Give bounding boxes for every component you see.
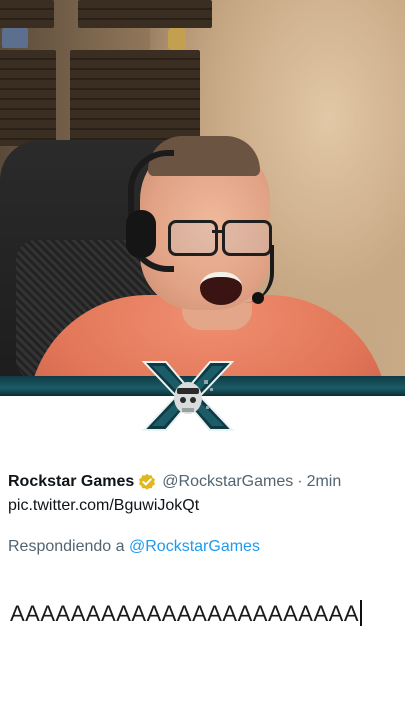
webcam-video [0,0,405,392]
shelf-object [168,28,186,50]
tweet-author-name[interactable]: Rockstar Games [8,473,134,491]
gold-verified-badge-icon [138,473,156,491]
reply-handle-link[interactable]: @RockstarGames [129,538,260,555]
shelf-object [2,28,28,48]
person-mouth [200,272,242,305]
tweet-body-text: AAAAAAAAAAAAAAAAAAAAAAA [10,601,359,626]
acoustic-panel [0,0,54,28]
headset-mic [252,292,264,304]
tweet-author-handle[interactable]: @RockstarGames [162,473,293,491]
text-cursor [360,600,362,626]
acoustic-panel [78,0,212,28]
tweet-compose-text[interactable]: AAAAAAAAAAAAAAAAAAAAAAA [10,600,362,627]
acoustic-panel [0,50,56,146]
reply-context: Respondiendo a @RockstarGames [8,538,260,556]
acoustic-panel [70,50,200,146]
reply-prefix: Respondiendo a [8,538,125,555]
tweet-media-link[interactable]: pic.twitter.com/BguwiJokQt [8,497,199,515]
x-skull-channel-logo-icon [141,358,235,432]
headset-earcup [126,210,156,258]
glasses-lens [168,220,218,256]
tweet-timestamp[interactable]: 2min [307,473,342,491]
separator-dot: · [297,473,303,490]
tweet-header: Rockstar Games @RockstarGames · 2min [8,470,405,494]
